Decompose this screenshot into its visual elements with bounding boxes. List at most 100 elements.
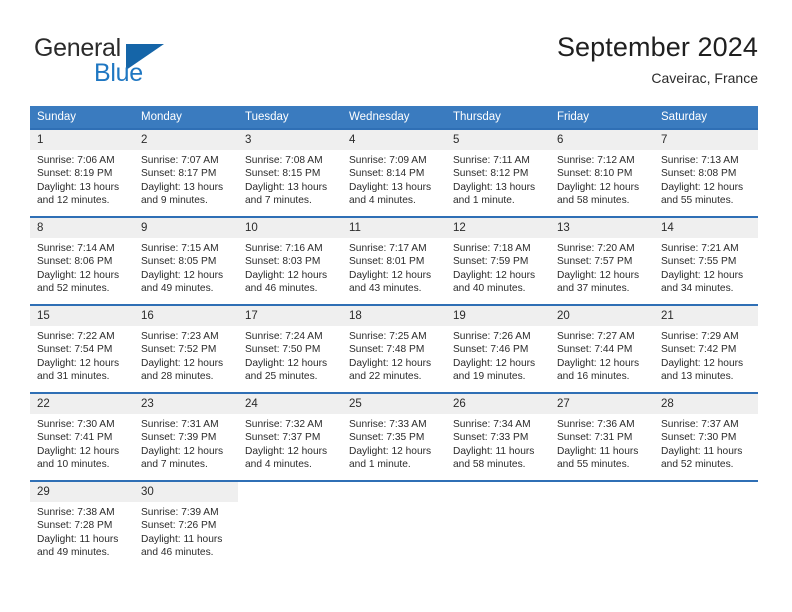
calendar-day-cell[interactable]: 30 Sunrise: 7:39 AM Sunset: 7:26 PM Dayligh… (134, 480, 238, 569)
sunrise-text: Sunrise: 7:08 AM (245, 155, 323, 166)
calendar-day-cell[interactable]: 19 Sunrise: 7:26 AM Sunset: 7:46 PM Dayligh… (446, 304, 550, 393)
sunset-text: Sunset: 8:17 PM (141, 168, 217, 180)
day-number: 1 (30, 130, 134, 150)
sunset-text: Sunset: 7:41 PM (37, 432, 113, 444)
calendar-day-cell[interactable]: 18 Sunrise: 7:25 AM Sunset: 7:48 PM Dayligh… (342, 304, 446, 393)
day-details: Sunrise: 7:06 AM Sunset: 8:19 PM Daylight:… (30, 150, 134, 208)
calendar-day-cell[interactable]: 26 Sunrise: 7:34 AM Sunset: 7:33 PM Dayligh… (446, 392, 550, 481)
sunset-text: Sunset: 7:28 PM (37, 520, 113, 532)
day-number: 16 (134, 306, 238, 326)
daylight-text: Daylight: 11 hours and 55 minutes. (557, 445, 639, 471)
calendar-day-cell-empty (446, 480, 550, 569)
calendar-day-cell[interactable]: 27 Sunrise: 7:36 AM Sunset: 7:31 PM Dayligh… (550, 392, 654, 481)
calendar-page: General Blue September 2024 Caveirac, Fr… (0, 0, 792, 612)
day-number: 17 (238, 306, 342, 326)
day-number: 9 (134, 218, 238, 238)
calendar-day-cell[interactable]: 13 Sunrise: 7:20 AM Sunset: 7:57 PM Dayligh… (550, 216, 654, 305)
sunset-text: Sunset: 7:55 PM (661, 256, 737, 268)
daylight-text: Daylight: 12 hours and 13 minutes. (661, 357, 744, 383)
calendar-day-cell[interactable]: 20 Sunrise: 7:27 AM Sunset: 7:44 PM Dayligh… (550, 304, 654, 393)
calendar-day-cell[interactable]: 28 Sunrise: 7:37 AM Sunset: 7:30 PM Dayligh… (654, 392, 758, 481)
sunset-text: Sunset: 7:52 PM (141, 344, 217, 356)
day-number: 23 (134, 394, 238, 414)
calendar-day-cell[interactable]: 10 Sunrise: 7:16 AM Sunset: 8:03 PM Dayligh… (238, 216, 342, 305)
calendar-day-cell[interactable]: 5 Sunrise: 7:11 AM Sunset: 8:12 PM Daylight… (446, 128, 550, 217)
sunrise-text: Sunrise: 7:17 AM (349, 243, 427, 254)
sunrise-text: Sunrise: 7:11 AM (453, 155, 530, 166)
sunset-text: Sunset: 7:54 PM (37, 344, 113, 356)
calendar-day-cell[interactable]: 24 Sunrise: 7:32 AM Sunset: 7:37 PM Dayligh… (238, 392, 342, 481)
calendar-day-cell[interactable]: 17 Sunrise: 7:24 AM Sunset: 7:50 PM Dayligh… (238, 304, 342, 393)
daylight-text: Daylight: 13 hours and 9 minutes. (141, 181, 224, 207)
sunset-text: Sunset: 7:26 PM (141, 520, 217, 532)
daylight-text: Daylight: 11 hours and 46 minutes. (141, 533, 223, 559)
weekday-header-sunday: Sunday (30, 106, 134, 129)
day-details: Sunrise: 7:11 AM Sunset: 8:12 PM Daylight:… (446, 150, 550, 208)
calendar-day-cell[interactable]: 8 Sunrise: 7:14 AM Sunset: 8:06 PM Daylight… (30, 216, 134, 305)
weekday-header-saturday: Saturday (654, 106, 758, 129)
sunrise-text: Sunrise: 7:24 AM (245, 331, 323, 342)
day-number: 28 (654, 394, 758, 414)
sunrise-text: Sunrise: 7:06 AM (37, 155, 115, 166)
day-details: Sunrise: 7:20 AM Sunset: 7:57 PM Daylight:… (550, 238, 654, 296)
day-number: 3 (238, 130, 342, 150)
daylight-text: Daylight: 12 hours and 1 minute. (349, 445, 432, 471)
sunrise-text: Sunrise: 7:27 AM (557, 331, 635, 342)
day-number: 10 (238, 218, 342, 238)
calendar-day-cell[interactable]: 14 Sunrise: 7:21 AM Sunset: 7:55 PM Dayligh… (654, 216, 758, 305)
calendar-day-cell[interactable]: 21 Sunrise: 7:29 AM Sunset: 7:42 PM Dayligh… (654, 304, 758, 393)
sunset-text: Sunset: 7:42 PM (661, 344, 737, 356)
day-details: Sunrise: 7:14 AM Sunset: 8:06 PM Daylight:… (30, 238, 134, 296)
calendar-header-row: Sunday Monday Tuesday Wednesday Thursday… (30, 106, 758, 129)
day-details: Sunrise: 7:16 AM Sunset: 8:03 PM Daylight:… (238, 238, 342, 296)
calendar-week-row: 15 Sunrise: 7:22 AM Sunset: 7:54 PM Dayligh… (30, 304, 758, 393)
calendar-day-cell[interactable]: 16 Sunrise: 7:23 AM Sunset: 7:52 PM Dayligh… (134, 304, 238, 393)
page-title: September 2024 (556, 32, 758, 62)
daylight-text: Daylight: 12 hours and 25 minutes. (245, 357, 328, 383)
calendar-day-cell[interactable]: 9 Sunrise: 7:15 AM Sunset: 8:05 PM Daylight… (134, 216, 238, 305)
weekday-header-friday: Friday (550, 106, 654, 129)
day-details: Sunrise: 7:32 AM Sunset: 7:37 PM Daylight:… (238, 414, 342, 472)
daylight-text: Daylight: 12 hours and 28 minutes. (141, 357, 224, 383)
calendar-day-cell[interactable]: 12 Sunrise: 7:18 AM Sunset: 7:59 PM Dayligh… (446, 216, 550, 305)
calendar-day-cell[interactable]: 11 Sunrise: 7:17 AM Sunset: 8:01 PM Dayligh… (342, 216, 446, 305)
day-number: 22 (30, 394, 134, 414)
logo-text-blue: Blue (94, 59, 143, 87)
calendar-day-cell[interactable]: 23 Sunrise: 7:31 AM Sunset: 7:39 PM Dayligh… (134, 392, 238, 481)
calendar-day-cell[interactable]: 29 Sunrise: 7:38 AM Sunset: 7:28 PM Dayligh… (30, 480, 134, 569)
weekday-header-tuesday: Tuesday (238, 106, 342, 129)
day-details: Sunrise: 7:08 AM Sunset: 8:15 PM Daylight:… (238, 150, 342, 208)
sunset-text: Sunset: 7:48 PM (349, 344, 425, 356)
day-details: Sunrise: 7:24 AM Sunset: 7:50 PM Daylight:… (238, 326, 342, 384)
day-details: Sunrise: 7:26 AM Sunset: 7:46 PM Daylight:… (446, 326, 550, 384)
day-number: 18 (342, 306, 446, 326)
day-details: Sunrise: 7:39 AM Sunset: 7:26 PM Daylight:… (134, 502, 238, 560)
day-details: Sunrise: 7:22 AM Sunset: 7:54 PM Daylight:… (30, 326, 134, 384)
sunrise-text: Sunrise: 7:32 AM (245, 419, 323, 430)
day-number: 4 (342, 130, 446, 150)
weekday-header-monday: Monday (134, 106, 238, 129)
day-number: 13 (550, 218, 654, 238)
daylight-text: Daylight: 12 hours and 55 minutes. (661, 181, 744, 207)
sunset-text: Sunset: 8:14 PM (349, 168, 425, 180)
day-details: Sunrise: 7:17 AM Sunset: 8:01 PM Daylight:… (342, 238, 446, 296)
sunset-text: Sunset: 7:33 PM (453, 432, 529, 444)
title-block: September 2024 Caveirac, France (557, 30, 758, 88)
sunset-text: Sunset: 8:01 PM (349, 256, 425, 268)
general-blue-logo[interactable]: General Blue (34, 34, 204, 90)
calendar-day-cell[interactable]: 4 Sunrise: 7:09 AM Sunset: 8:14 PM Daylight… (342, 128, 446, 217)
calendar-day-cell[interactable]: 6 Sunrise: 7:12 AM Sunset: 8:10 PM Daylight… (550, 128, 654, 217)
daylight-text: Daylight: 12 hours and 16 minutes. (557, 357, 640, 383)
calendar-day-cell[interactable]: 2 Sunrise: 7:07 AM Sunset: 8:17 PM Daylight… (134, 128, 238, 217)
daylight-text: Daylight: 12 hours and 31 minutes. (37, 357, 120, 383)
calendar-day-cell[interactable]: 3 Sunrise: 7:08 AM Sunset: 8:15 PM Daylight… (238, 128, 342, 217)
calendar-day-cell-empty (654, 480, 758, 569)
day-details: Sunrise: 7:13 AM Sunset: 8:08 PM Daylight:… (654, 150, 758, 208)
calendar-day-cell[interactable]: 22 Sunrise: 7:30 AM Sunset: 7:41 PM Dayligh… (30, 392, 134, 481)
calendar-day-cell[interactable]: 1 Sunrise: 7:06 AM Sunset: 8:19 PM Daylight… (30, 128, 134, 217)
calendar-day-cell[interactable]: 15 Sunrise: 7:22 AM Sunset: 7:54 PM Dayligh… (30, 304, 134, 393)
calendar-day-cell[interactable]: 7 Sunrise: 7:13 AM Sunset: 8:08 PM Daylight… (654, 128, 758, 217)
day-details: Sunrise: 7:29 AM Sunset: 7:42 PM Daylight:… (654, 326, 758, 384)
calendar-day-cell-empty (550, 480, 654, 569)
calendar-day-cell[interactable]: 25 Sunrise: 7:33 AM Sunset: 7:35 PM Dayligh… (342, 392, 446, 481)
